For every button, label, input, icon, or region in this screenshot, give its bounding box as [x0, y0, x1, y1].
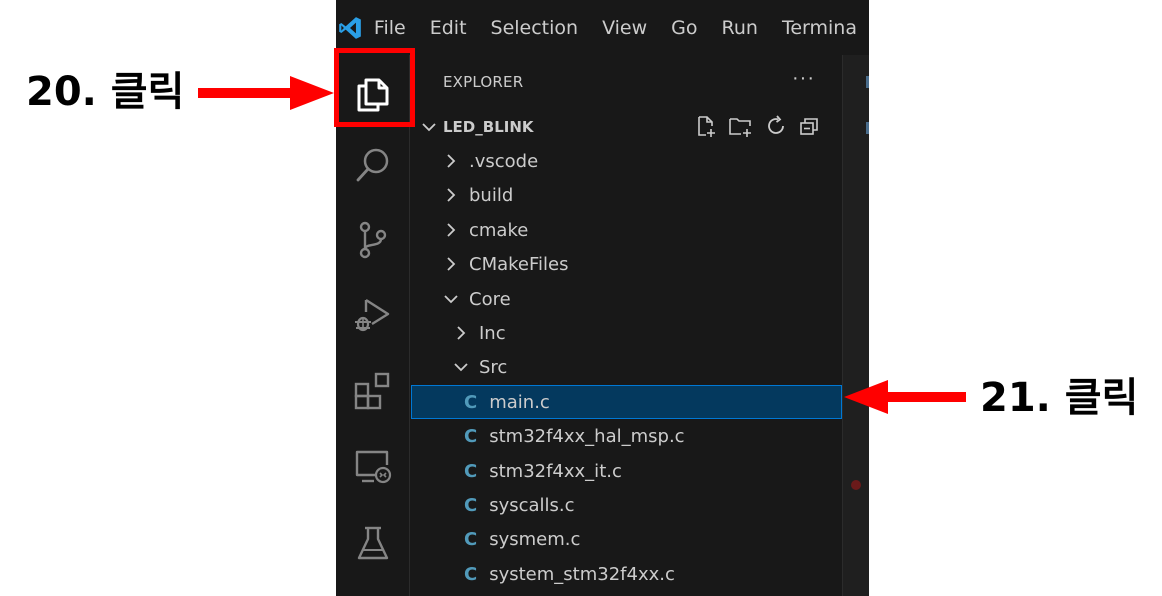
tree-folder[interactable]: CMakeFiles [411, 247, 842, 281]
menu-bar: File Edit Selection View Go Run Termina [336, 0, 869, 55]
tree-folder[interactable]: Inc [411, 316, 842, 350]
tree-file[interactable]: Cmain.c [411, 385, 842, 419]
activity-run-debug[interactable] [336, 278, 410, 352]
more-actions-icon[interactable]: ··· [792, 67, 815, 90]
tree-item-label: build [469, 184, 514, 206]
c-file-icon: C [464, 460, 478, 482]
tree-item-label: main.c [489, 391, 550, 413]
tree-item-label: stm32f4xx_hal_msp.c [489, 425, 685, 447]
activity-testing[interactable] [336, 506, 410, 580]
vscode-window: FileEditSelectionViewGoRunTermina [336, 0, 869, 596]
editor-tab-edge [866, 76, 869, 88]
menu-item-selection[interactable]: Selection [479, 17, 591, 39]
activity-remote-explorer[interactable] [336, 429, 410, 503]
annotation-step-20: 20. 클릭 [26, 69, 185, 115]
c-file-icon: C [464, 391, 478, 413]
tree-folder[interactable]: Src [411, 350, 842, 384]
source-control-icon [359, 221, 387, 259]
project-name: LED_BLINK [443, 118, 534, 136]
tree-file[interactable]: Csyscalls.c [411, 488, 842, 522]
remote-explorer-icon [355, 450, 392, 484]
c-file-icon: C [464, 528, 478, 550]
editor-area [842, 55, 869, 596]
breakpoint-indicator [851, 480, 861, 490]
chevron-down-icon [422, 123, 436, 132]
tree-item-label: .vscode [469, 150, 539, 172]
tree-item-label: Inc [479, 322, 506, 344]
chevron-down-icon [444, 295, 458, 304]
tree-folder[interactable]: cmake [411, 213, 842, 247]
chevron-right-icon [447, 257, 456, 271]
menu-item-file[interactable]: File [364, 17, 418, 39]
tree-file[interactable]: Csystem_stm32f4xx.c [411, 557, 842, 591]
chevron-right-icon [447, 188, 456, 202]
annotation-highlight-box [334, 48, 415, 127]
menu-item-run[interactable]: Run [710, 17, 770, 39]
annotation-step-21: 21. 클릭 [980, 375, 1139, 421]
tree-folder[interactable]: build [411, 178, 842, 212]
menu-item-termina[interactable]: Termina [770, 17, 869, 39]
c-file-icon: C [464, 425, 478, 447]
tree-item-label: sysmem.c [489, 528, 581, 550]
menu-item-view[interactable]: View [590, 17, 659, 39]
tree-folder[interactable]: .vscode [411, 144, 842, 178]
c-file-icon: C [464, 563, 478, 585]
chevron-down-icon [454, 363, 468, 372]
annotation-arrow-right [198, 76, 334, 110]
refresh-icon[interactable] [764, 114, 788, 138]
collapse-all-icon[interactable] [797, 114, 821, 138]
tree-item-label: Core [469, 288, 511, 310]
explorer-title: EXPLORER [443, 73, 524, 91]
extensions-icon [354, 372, 390, 410]
new-folder-icon[interactable] [727, 114, 755, 138]
annotation-arrow-left [844, 380, 966, 414]
menu-item-go[interactable]: Go [659, 17, 709, 39]
activity-source-control[interactable] [336, 203, 410, 277]
activity-search[interactable] [336, 128, 410, 202]
menu-item-edit[interactable]: Edit [418, 17, 479, 39]
chevron-right-icon [457, 326, 466, 340]
tree-file[interactable]: Cstm32f4xx_it.c [411, 454, 842, 488]
tree-item-label: stm32f4xx_it.c [489, 460, 622, 482]
new-file-icon[interactable] [694, 114, 718, 138]
project-actions [694, 114, 821, 138]
vscode-logo-icon [336, 0, 364, 55]
activity-bar [336, 55, 410, 596]
search-icon [356, 148, 389, 182]
chevron-right-icon [447, 154, 456, 168]
tree-item-label: CMakeFiles [469, 253, 569, 275]
tree-item-label: system_stm32f4xx.c [489, 563, 675, 585]
c-file-icon: C [464, 494, 478, 516]
run-debug-icon [355, 298, 390, 332]
tree-folder[interactable]: Core [411, 282, 842, 316]
tree-item-label: syscalls.c [489, 494, 575, 516]
activity-extensions[interactable] [336, 354, 410, 428]
tree-file[interactable]: Csysmem.c [411, 522, 842, 556]
flask-icon [357, 526, 389, 560]
tree-file[interactable]: Cstm32f4xx_hal_msp.c [411, 419, 842, 453]
explorer-sidebar: EXPLORER ··· LED_BLINK .vscode build cma… [411, 55, 842, 596]
editor-gutter-edge [866, 122, 869, 134]
tree-item-label: cmake [469, 219, 529, 241]
chevron-right-icon [447, 223, 456, 237]
tree-item-label: Src [479, 356, 508, 378]
